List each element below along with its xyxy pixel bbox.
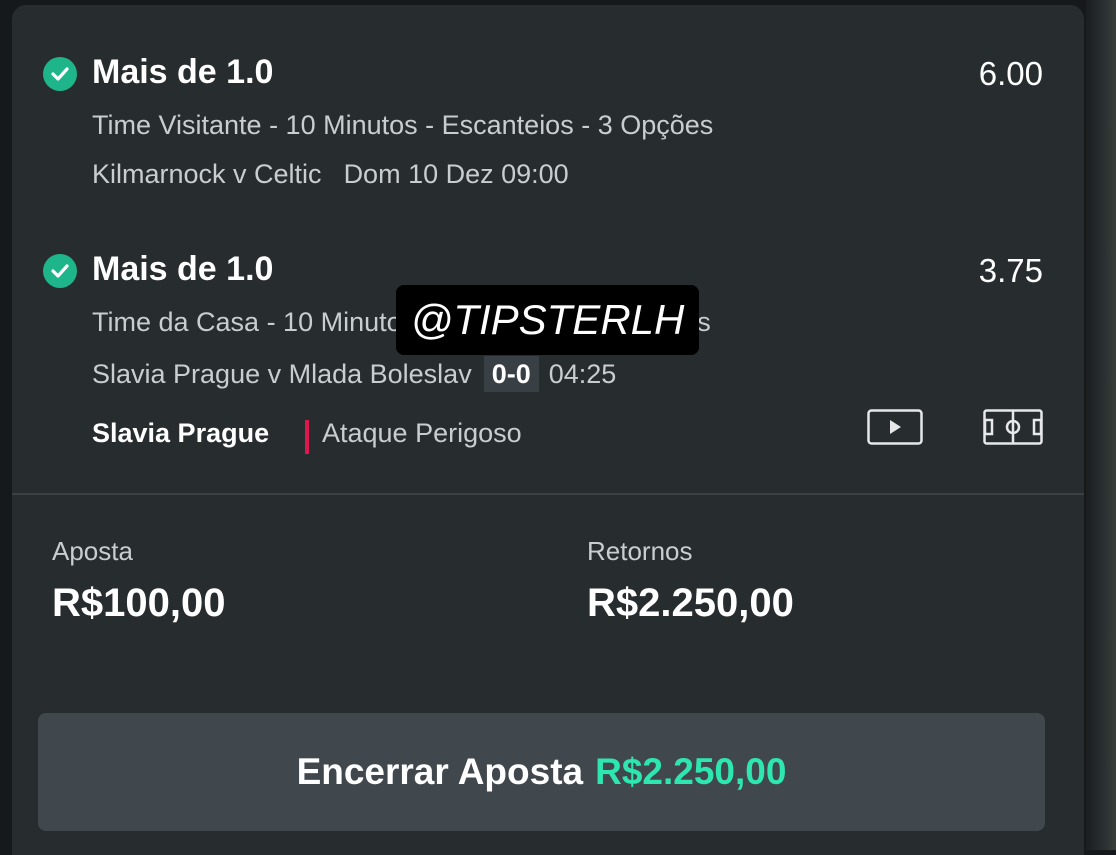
- cashout-amount: R$2.250,00: [595, 751, 787, 792]
- match-clock: 04:25: [548, 359, 617, 389]
- play-video-icon[interactable]: [867, 409, 923, 445]
- live-indicator-bar: [305, 420, 309, 454]
- bet-card: Mais de 1.0 6.00 Time Visitante - 10 Min…: [12, 5, 1084, 855]
- selection-title: Mais de 1.0: [92, 250, 274, 288]
- returns-label: Retornos: [587, 536, 693, 566]
- selection-market: Time Visitante - 10 Minutos - Escanteios…: [92, 110, 714, 140]
- cashout-label: Encerrar Aposta: [296, 751, 584, 792]
- selection-match-line: Kilmarnock v Celtic Dom 10 Dez 09:00: [92, 159, 569, 190]
- returns-value: R$2.250,00: [587, 581, 794, 625]
- divider: [12, 493, 1084, 495]
- match-name: Kilmarnock v Celtic: [92, 159, 322, 189]
- match-datetime: Dom 10 Dez 09:00: [343, 159, 569, 189]
- stake-label: Aposta: [52, 536, 133, 566]
- match-name: Slavia Prague v Mlada Boleslav: [92, 359, 472, 389]
- cashout-button[interactable]: Encerrar Aposta R$2.250,00: [38, 713, 1045, 831]
- selection-title: Mais de 1.0: [92, 53, 274, 91]
- live-team: Slavia Prague: [92, 418, 270, 448]
- background-edge: [1086, 0, 1116, 850]
- live-state: Ataque Perigoso: [322, 418, 522, 448]
- check-icon: [43, 254, 77, 288]
- check-icon: [43, 57, 77, 91]
- watermark: @TIPSTERLH: [396, 285, 699, 355]
- selection-odds: 6.00: [978, 55, 1043, 92]
- selection-match-line: Slavia Prague v Mlada Boleslav 0-0 04:25: [92, 356, 616, 392]
- selection-odds: 3.75: [978, 252, 1043, 289]
- live-score: 0-0: [483, 356, 539, 392]
- stake-value: R$100,00: [52, 581, 226, 625]
- pitch-view-icon[interactable]: [983, 409, 1043, 445]
